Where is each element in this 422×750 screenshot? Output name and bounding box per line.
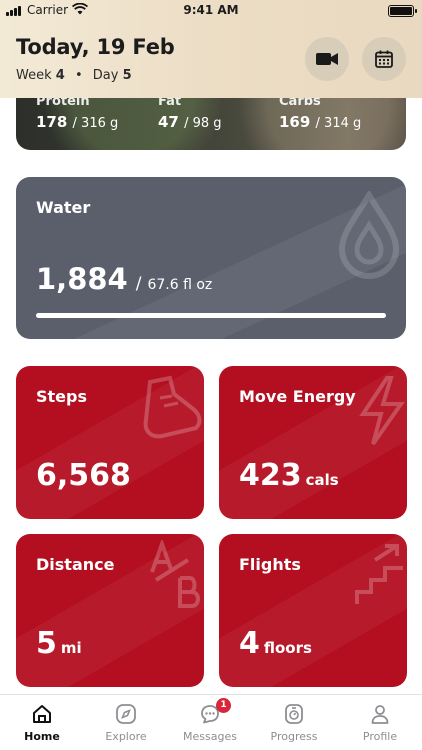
carbs-goal: / 314 g — [315, 116, 362, 131]
video-button[interactable] — [305, 37, 349, 81]
protein-goal: / 316 g — [72, 116, 119, 131]
move-energy-card[interactable]: Move Energy 423 cals — [219, 366, 407, 519]
stairs-icon — [355, 544, 403, 604]
progress-icon — [285, 704, 303, 724]
tab-bar: Home Explore 1 Messages Progress Profile — [0, 694, 422, 750]
tab-explore[interactable]: Explore — [84, 695, 168, 750]
tab-messages-label: Messages — [183, 730, 237, 743]
steps-value: 6,568 — [36, 458, 131, 493]
week-label: Week — [16, 68, 52, 83]
distance-unit: mi — [60, 639, 82, 657]
fat-goal: / 98 g — [184, 116, 222, 131]
tab-home[interactable]: Home — [0, 695, 84, 750]
water-separator: / — [135, 274, 142, 294]
flights-card[interactable]: Flights 4 floors — [219, 534, 407, 687]
tab-progress-label: Progress — [270, 730, 318, 743]
tab-home-label: Home — [24, 730, 60, 743]
person-icon — [371, 705, 389, 724]
clock: 9:41 AM — [183, 3, 239, 17]
tab-progress[interactable]: Progress — [252, 695, 336, 750]
carbs-value: 169 — [279, 113, 311, 131]
day-label: Day — [92, 68, 119, 83]
flights-title: Flights — [239, 555, 301, 574]
battery-icon — [388, 5, 417, 17]
move-energy-value: 423 — [239, 458, 302, 493]
header: Carrier 9:41 AM Today, 19 Feb Week 4 • D… — [0, 0, 422, 98]
flights-value: 4 — [239, 626, 260, 661]
compass-icon — [116, 704, 136, 724]
a-to-b-icon — [150, 540, 200, 608]
water-progress-bar — [36, 313, 386, 318]
move-energy-unit: cals — [305, 471, 339, 489]
water-value: 1,884 — [36, 262, 128, 296]
fat-stat: Fat 47 / 98 g — [158, 94, 222, 131]
day-value: 5 — [122, 68, 132, 83]
distance-title: Distance — [36, 555, 115, 574]
tab-messages[interactable]: 1 Messages — [168, 695, 252, 750]
separator-dot: • — [74, 68, 83, 83]
flights-unit: floors — [263, 639, 312, 657]
week-value: 4 — [55, 68, 65, 83]
move-energy-title: Move Energy — [239, 387, 356, 406]
steps-title: Steps — [36, 387, 87, 406]
video-camera-icon — [316, 53, 338, 65]
tab-profile[interactable]: Profile — [338, 695, 422, 750]
tab-explore-label: Explore — [105, 730, 147, 743]
calendar-icon — [375, 50, 393, 68]
status-bar: Carrier 9:41 AM — [0, 0, 422, 22]
carbs-stat: Carbs 169 / 314 g — [279, 94, 361, 131]
fat-value: 47 — [158, 113, 179, 131]
calendar-button[interactable] — [362, 37, 406, 81]
steps-card[interactable]: Steps 6,568 — [16, 366, 204, 519]
tab-profile-label: Profile — [362, 730, 398, 743]
page-title: Today, 19 Feb — [16, 35, 175, 59]
shoe-icon — [143, 375, 202, 439]
home-icon — [33, 705, 51, 723]
water-title: Water — [36, 198, 91, 217]
protein-stat: Protein 178 / 316 g — [36, 94, 118, 131]
messages-badge: 1 — [216, 698, 231, 713]
water-progress-fill — [36, 313, 386, 318]
distance-value: 5 — [36, 626, 57, 661]
week-day-indicator: Week 4 • Day 5 — [16, 68, 132, 83]
water-goal: 67.6 fl oz — [147, 277, 213, 293]
water-card[interactable]: Water 1,884 / 67.6 fl oz — [16, 177, 406, 339]
protein-value: 178 — [36, 113, 68, 131]
water-value-row: 1,884 / 67.6 fl oz — [36, 262, 212, 296]
distance-card[interactable]: Distance 5 mi — [16, 534, 204, 687]
lightning-icon — [359, 376, 405, 446]
water-drop-icon — [338, 191, 400, 279]
